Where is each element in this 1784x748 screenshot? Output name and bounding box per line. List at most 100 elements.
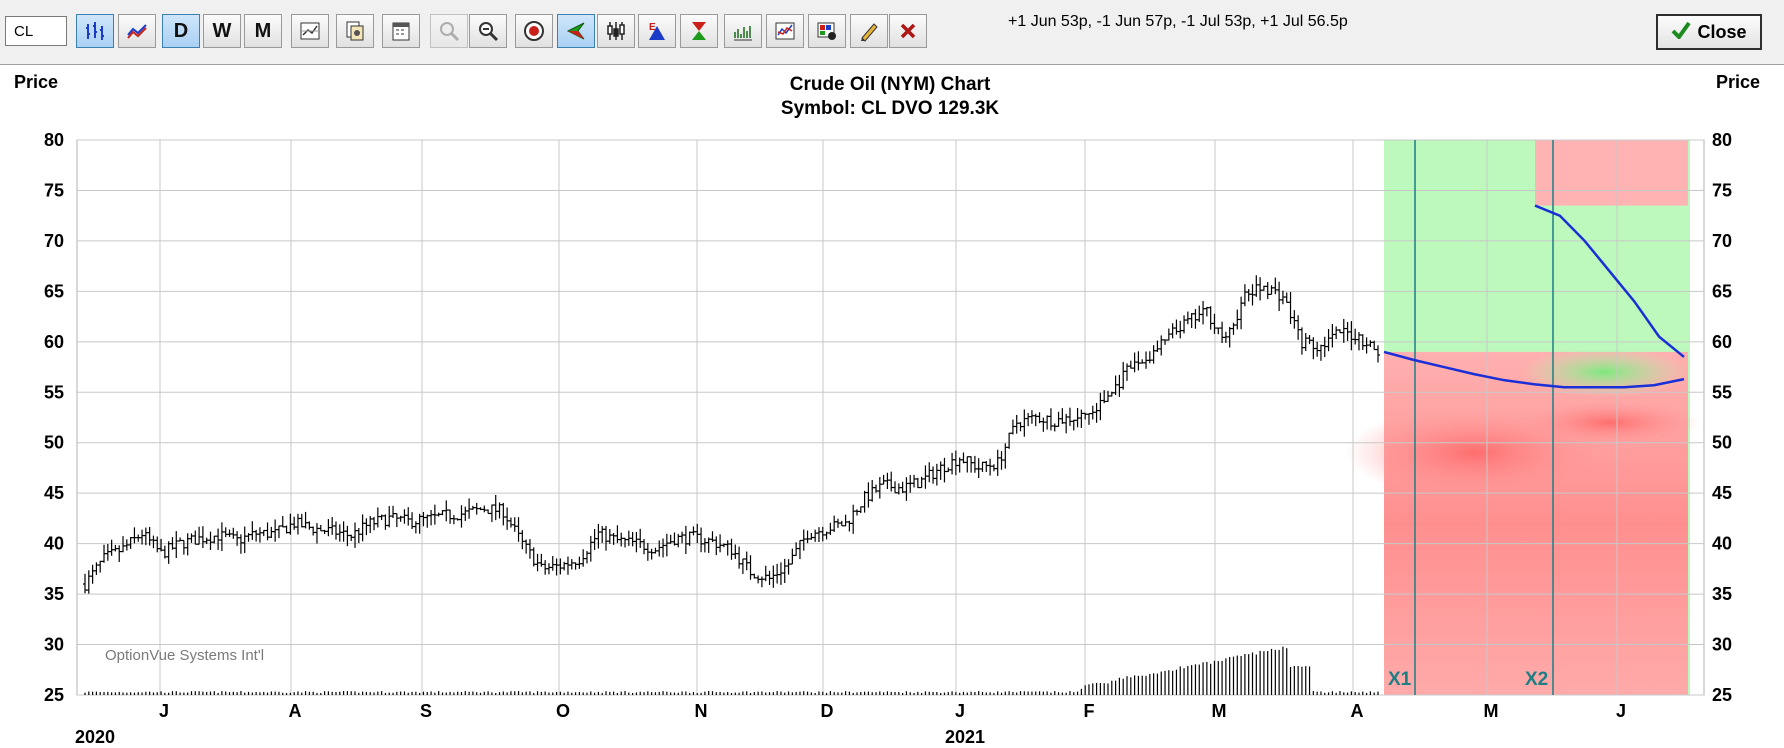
price-bar [531,547,536,567]
price-bar [991,464,996,472]
bar-chart-mode-button[interactable] [76,14,114,48]
price-bar [1204,306,1209,317]
price-bar [303,511,308,529]
price-bar [162,545,167,559]
price-bar [113,544,118,552]
calendar-button[interactable] [382,14,420,48]
price-bar [969,456,974,473]
price-bar [889,471,894,492]
delete-button[interactable] [889,14,927,48]
arrow-left-button[interactable] [557,14,595,48]
price-bar [451,515,456,525]
price-bar [699,527,704,553]
price-bar [1163,339,1168,345]
price-bar [1029,410,1034,424]
price-bar [174,531,179,559]
volume-chart-button[interactable] [724,14,762,48]
copy-button[interactable] [336,14,374,48]
price-bar [227,529,232,537]
y-tick-left: 65 [44,281,64,301]
weekly-button[interactable]: W [203,14,241,48]
price-bar [1326,328,1331,352]
x-month-label: J [1616,701,1626,721]
palette-button[interactable] [808,14,846,48]
price-bar [980,461,985,472]
earnings-button[interactable]: E [638,14,676,48]
price-bar [1083,412,1088,420]
price-bar [489,504,494,522]
price-bar [1094,403,1099,423]
price-bar [866,482,871,508]
price-bar [664,533,669,557]
price-bar [950,452,955,475]
price-bar [653,547,658,554]
line-chart-mode-button[interactable] [118,14,156,48]
price-bar [725,540,730,556]
x-year-label: 2020 [75,727,115,747]
close-button[interactable]: Close [1656,14,1762,50]
loss-trough-glow-2 [1520,400,1700,445]
price-bar [1125,363,1130,381]
price-bar [1265,281,1270,300]
indicators-button[interactable] [766,14,804,48]
x-month-label: J [955,701,965,721]
daily-button[interactable]: D [162,14,200,48]
chart-settings-button[interactable] [291,14,329,48]
chart-settings-icon [299,20,321,42]
price-bar [337,524,342,542]
price-bar [413,521,418,534]
price-bar [136,534,141,542]
price-bar [881,474,886,485]
position-legs-text: +1 Jun 53p, -1 Jun 57p, -1 Jul 53p, +1 J… [1008,13,1348,30]
price-bar [744,551,749,571]
price-bar [1052,423,1057,432]
price-bar [1159,335,1164,356]
price-bar [155,536,160,553]
price-bar [216,528,221,550]
price-bar [486,509,491,515]
weekly-button-label: W [212,19,232,42]
price-bar [1292,310,1297,329]
price-bar [680,531,685,544]
price-bar [307,521,312,530]
chart-title: Crude Oil (NYM) Chart [790,74,991,95]
price-bar [581,549,586,567]
price-bar [820,526,825,542]
price-bar [573,562,578,570]
price-bar [934,463,939,486]
price-bar [109,539,114,556]
price-bar [128,537,133,549]
price-bar [554,558,559,576]
price-bar [185,533,190,556]
monthly-button[interactable]: M [244,14,282,48]
price-bar [794,542,799,557]
arrow-left-icon [565,20,587,42]
symbol-input[interactable] [5,16,67,46]
price-bar [1258,277,1263,301]
price-bar [1151,345,1156,364]
price-bar [246,533,251,542]
zoom-in-button[interactable] [430,14,468,48]
price-bar [269,526,274,538]
price-bar [885,472,890,490]
price-bar [1067,407,1072,426]
candlestick-button[interactable] [597,14,635,48]
price-bar [539,553,544,567]
price-bar [1140,359,1145,364]
left-axis-label: Price [14,72,58,92]
pencil-button[interactable] [850,14,888,48]
price-bar [729,538,734,560]
hourglass-button[interactable] [680,14,718,48]
y-tick-right: 30 [1712,635,1732,655]
price-bar [550,556,555,571]
price-bar [870,479,875,502]
price-bar [105,543,110,561]
target-button[interactable] [515,14,553,48]
price-bar [1048,408,1053,431]
zoom-out-button[interactable] [469,14,507,48]
price-bar [189,533,194,543]
hourglass-icon [688,20,710,42]
price-bar [835,518,840,528]
price-bar [406,507,411,526]
price-bar [1026,412,1031,427]
